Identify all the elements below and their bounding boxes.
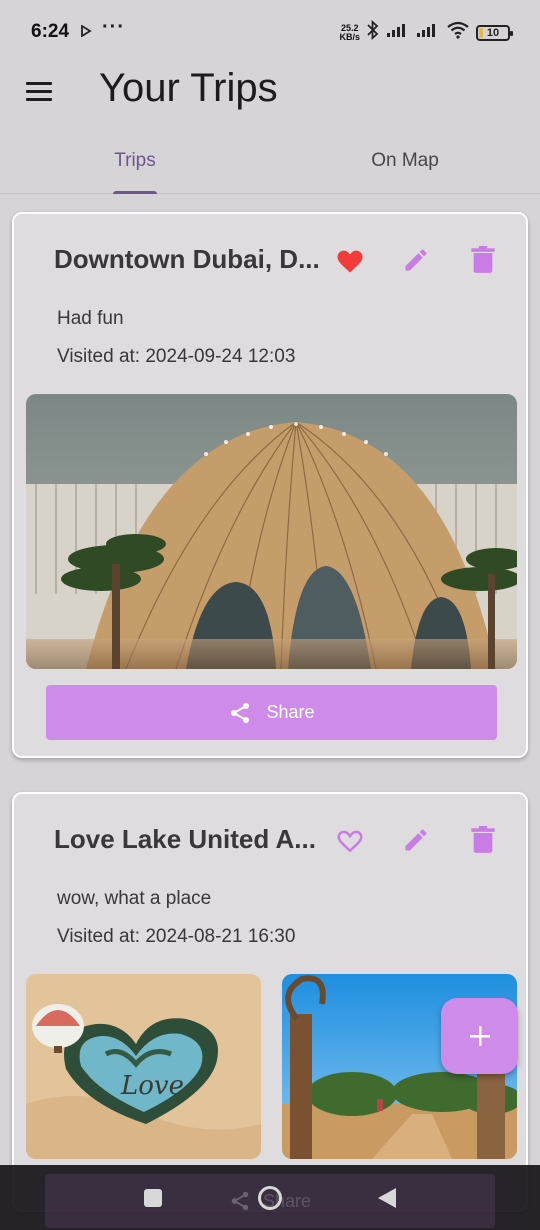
plus-icon xyxy=(469,1026,490,1046)
more-notifications-icon: ··· xyxy=(102,16,125,38)
signal-2-icon xyxy=(416,22,440,43)
share-label: Share xyxy=(266,702,315,722)
share-icon xyxy=(231,702,250,723)
status-time: 6:24 xyxy=(31,21,70,42)
bluetooth-icon xyxy=(366,19,380,45)
share-button[interactable]: Share xyxy=(46,685,497,740)
trip-card[interactable]: Downtown Dubai, D... Had fun Visited at:… xyxy=(12,212,528,758)
page-title: Your Trips xyxy=(99,66,278,110)
tab-trips[interactable]: Trips xyxy=(0,128,270,194)
square-icon xyxy=(144,1188,162,1207)
tab-indicator xyxy=(113,191,157,194)
delete-button[interactable] xyxy=(467,824,499,856)
triangle-back-icon xyxy=(378,1187,396,1208)
trip-visited-date: Visited at: 2024-09-24 12:03 xyxy=(57,346,296,367)
system-nav-bar: Share xyxy=(0,1165,540,1230)
menu-icon[interactable] xyxy=(26,82,52,102)
status-bar: 6:24 ··· 25.2 KB/s 10 xyxy=(0,0,540,62)
pencil-icon xyxy=(405,829,427,851)
delete-button[interactable] xyxy=(467,244,499,276)
trip-photo[interactable] xyxy=(26,394,517,669)
tab-trips-label: Trips xyxy=(114,150,156,171)
recent-apps-button[interactable] xyxy=(123,1165,183,1230)
trip-title: Downtown Dubai, D... xyxy=(54,244,320,274)
tab-on-map-label: On Map xyxy=(371,150,439,171)
heart-outline-icon xyxy=(337,830,363,853)
svg-text:Love: Love xyxy=(120,1071,184,1101)
edit-button[interactable] xyxy=(400,824,432,856)
battery-level: 10 xyxy=(486,26,500,39)
favorite-button[interactable] xyxy=(334,244,366,276)
trip-description: Had fun xyxy=(57,308,124,329)
circle-icon xyxy=(258,1185,282,1210)
pencil-icon xyxy=(405,249,427,271)
status-icons: 25.2 KB/s 10 xyxy=(339,19,513,45)
favorite-button[interactable] xyxy=(334,824,366,856)
trip-photo[interactable]: Love xyxy=(26,974,261,1159)
trip-description: wow, what a place xyxy=(57,888,212,909)
signal-icon xyxy=(386,22,410,43)
network-speed-unit: KB/s xyxy=(339,31,360,42)
home-button[interactable] xyxy=(240,1165,300,1230)
trip-title: Love Lake United A... xyxy=(54,824,316,854)
trash-icon xyxy=(471,246,495,273)
tab-on-map[interactable]: On Map xyxy=(270,128,540,194)
trip-visited-date: Visited at: 2024-08-21 16:30 xyxy=(57,926,296,947)
battery-icon: 10 xyxy=(476,24,513,41)
trash-icon xyxy=(471,826,495,853)
tab-bar: Trips On Map xyxy=(0,128,540,194)
network-speed: 25.2 KB/s xyxy=(339,23,360,42)
edit-button[interactable] xyxy=(400,244,432,276)
wifi-icon xyxy=(446,21,470,44)
add-trip-button[interactable] xyxy=(441,998,518,1074)
heart-filled-icon xyxy=(337,250,363,273)
play-icon xyxy=(80,24,92,42)
back-button[interactable] xyxy=(357,1165,417,1230)
